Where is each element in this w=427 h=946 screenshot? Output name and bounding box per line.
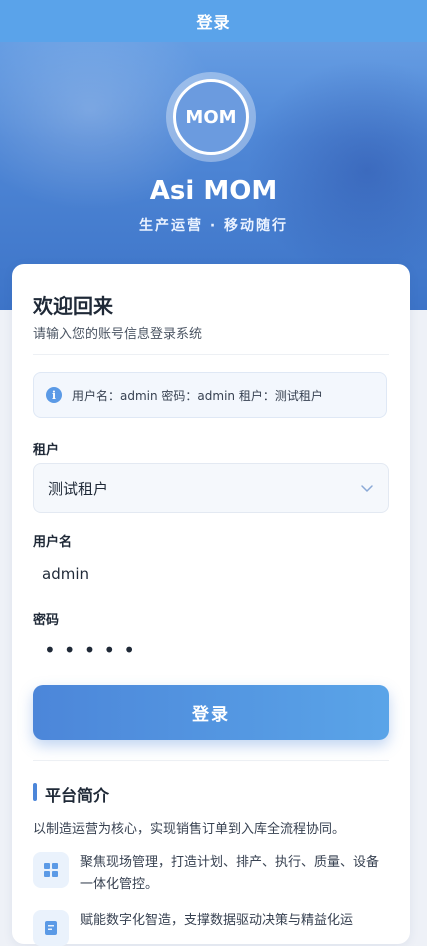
info-icon: i [46,387,62,403]
document-icon [33,910,69,946]
intro-description: 以制造运营为核心，实现销售订单到入库全流程协同。 [33,822,346,837]
tenant-label: 租户 [33,443,60,458]
password-label: 密码 [33,613,60,628]
divider [33,760,389,761]
grid-icon [33,852,69,888]
intro-title: 平台简介 [45,786,110,805]
credentials-hint: i 用户名：admin 密码：admin 租户：测试租户 [33,372,387,418]
welcome-subtitle: 请输入您的账号信息登录系统 [33,327,203,342]
password-input[interactable]: ••••• [44,638,143,662]
logo-ring: MOM [166,72,256,162]
chevron-down-icon [361,485,373,492]
tenant-select[interactable]: 测试租户 [33,463,389,513]
tenant-value: 测试租户 [48,479,109,498]
login-button[interactable]: 登录 [33,685,389,740]
username-input[interactable]: admin [42,565,89,583]
feature-text: 聚焦现场管理，打造计划、排产、执行、质量、设备一体化管控。 [80,855,380,892]
navigation-bar: 登录 [0,0,427,42]
welcome-title: 欢迎回来 [33,294,113,318]
section-accent-bar [33,783,37,801]
app-name: Asi MOM [149,176,278,206]
logo-text: MOM [185,106,237,128]
login-card: 欢迎回来 请输入您的账号信息登录系统 i 用户名：admin 密码：admin … [12,264,410,946]
app-logo: MOM [173,79,249,155]
username-label: 用户名 [33,535,73,550]
divider [33,354,389,355]
page-title: 登录 [196,13,231,32]
hint-text: 用户名：admin 密码：admin 租户：测试租户 [72,388,323,403]
app-slogan: 生产运营 · 移动随行 [138,218,289,234]
